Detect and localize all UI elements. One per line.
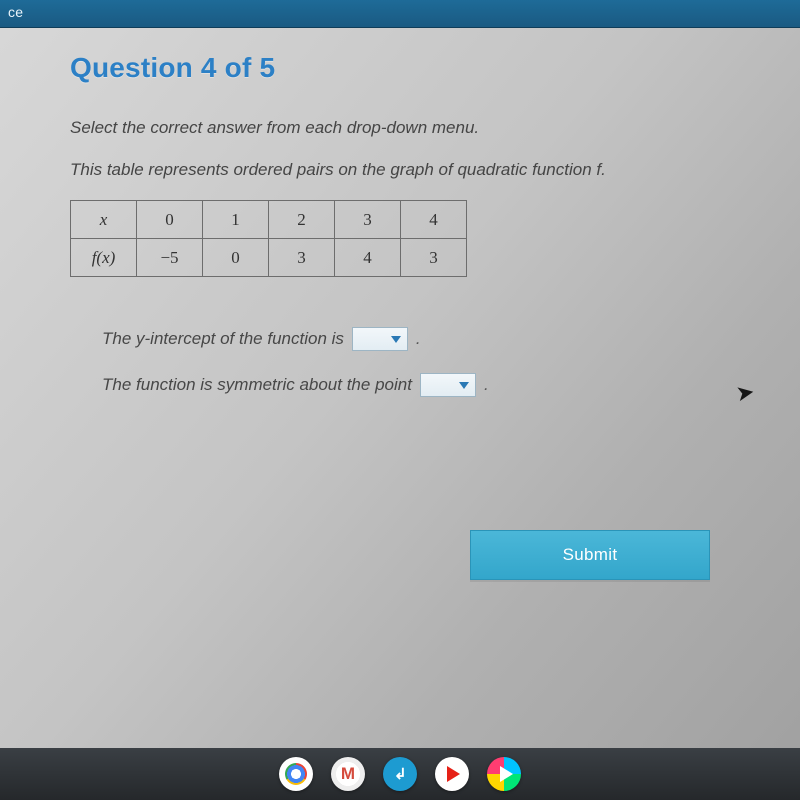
window-titlebar: ce bbox=[0, 0, 800, 28]
submit-button[interactable]: Submit bbox=[470, 530, 710, 580]
period: . bbox=[416, 329, 421, 349]
prompt-text: This table represents ordered pairs on t… bbox=[70, 160, 748, 180]
table-cell: 4 bbox=[335, 239, 401, 277]
row-label-x: x bbox=[71, 201, 137, 239]
table-cell: 1 bbox=[203, 201, 269, 239]
y-intercept-dropdown[interactable] bbox=[352, 327, 408, 351]
answer-row-1: The y-intercept of the function is . bbox=[102, 327, 748, 351]
table-cell: 3 bbox=[269, 239, 335, 277]
table-cell: 0 bbox=[137, 201, 203, 239]
symmetry-point-dropdown[interactable] bbox=[420, 373, 476, 397]
table-cell: −5 bbox=[137, 239, 203, 277]
table-cell: 3 bbox=[335, 201, 401, 239]
chevron-down-icon bbox=[391, 336, 401, 343]
table-cell: 0 bbox=[203, 239, 269, 277]
answer-text-1: The y-intercept of the function is bbox=[102, 329, 344, 349]
question-page: Question 4 of 5 Select the correct answe… bbox=[0, 28, 800, 397]
answer-area: The y-intercept of the function is . The… bbox=[70, 327, 748, 397]
table-row: x 0 1 2 3 4 bbox=[71, 201, 467, 239]
ordered-pairs-table: x 0 1 2 3 4 f(x) −5 0 3 4 3 bbox=[70, 200, 467, 277]
chevron-down-icon bbox=[459, 382, 469, 389]
question-heading: Question 4 of 5 bbox=[70, 52, 748, 84]
table-cell: 2 bbox=[269, 201, 335, 239]
row-label-fx: f(x) bbox=[71, 239, 137, 277]
chrome-icon[interactable] bbox=[279, 757, 313, 791]
taskbar bbox=[0, 748, 800, 800]
youtube-icon[interactable] bbox=[435, 757, 469, 791]
table-cell: 4 bbox=[401, 201, 467, 239]
gmail-icon[interactable] bbox=[331, 757, 365, 791]
table-cell: 3 bbox=[401, 239, 467, 277]
google-docs-icon[interactable] bbox=[383, 757, 417, 791]
answer-text-2: The function is symmetric about the poin… bbox=[102, 375, 412, 395]
mouse-cursor-icon: ➤ bbox=[733, 379, 756, 408]
table-row: f(x) −5 0 3 4 3 bbox=[71, 239, 467, 277]
period: . bbox=[484, 375, 489, 395]
google-play-icon[interactable] bbox=[487, 757, 521, 791]
instruction-text: Select the correct answer from each drop… bbox=[70, 118, 748, 138]
answer-row-2: The function is symmetric about the poin… bbox=[102, 373, 748, 397]
title-fragment: ce bbox=[8, 4, 23, 20]
